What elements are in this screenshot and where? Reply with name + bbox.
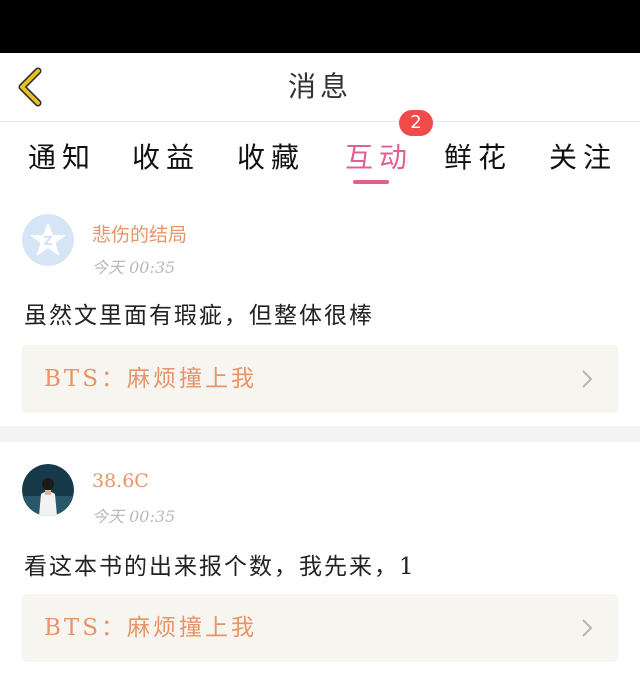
chevron-right-icon xyxy=(582,370,593,388)
tab-favorites[interactable]: 收藏 xyxy=(237,136,305,176)
section-divider xyxy=(0,426,640,442)
chevron-left-icon[interactable] xyxy=(14,67,46,107)
tab-bar: 通知 收益 收藏 互动 鲜花 关注 xyxy=(0,122,640,200)
unread-count-badge: 2 xyxy=(399,110,433,136)
avatar[interactable] xyxy=(22,464,74,516)
tab-following[interactable]: 关注 xyxy=(549,136,617,176)
tab-interactions[interactable]: 互动 xyxy=(345,136,413,176)
tab-notifications[interactable]: 通知 xyxy=(28,136,96,176)
svg-text:Z: Z xyxy=(44,234,53,248)
chevron-right-icon xyxy=(582,619,593,637)
tab-earnings[interactable]: 收益 xyxy=(132,136,200,176)
referenced-book-link[interactable]: BTS：麻烦撞上我 xyxy=(22,345,618,413)
comment-text: 虽然文里面有瑕疵，但整体很棒 xyxy=(24,303,374,329)
user-name[interactable]: 38.6C xyxy=(92,470,149,492)
page-title: 消息 xyxy=(287,70,352,103)
tab-flowers[interactable]: 鲜花 xyxy=(444,136,512,176)
referenced-book-title: BTS：麻烦撞上我 xyxy=(44,366,257,392)
avatar[interactable]: Z xyxy=(22,214,74,266)
timestamp: 今天 00:35 xyxy=(92,507,176,526)
comment-text: 看这本书的出来报个数，我先来，1 xyxy=(24,554,416,580)
user-photo-avatar-icon xyxy=(22,464,74,516)
timestamp: 今天 00:35 xyxy=(92,258,176,277)
user-name[interactable]: 悲伤的结局 xyxy=(92,220,187,247)
status-bar xyxy=(0,0,640,53)
active-tab-indicator xyxy=(353,180,389,184)
qq-default-avatar-icon: Z xyxy=(22,214,74,266)
referenced-book-title: BTS：麻烦撞上我 xyxy=(44,615,257,641)
referenced-book-link[interactable]: BTS：麻烦撞上我 xyxy=(22,594,618,662)
top-navigation-bar: 消息 xyxy=(0,53,640,122)
message-card: 38.6C 今天 00:35 看这本书的出来报个数，我先来，1 BTS：麻烦撞上… xyxy=(0,442,640,689)
message-card: Z 悲伤的结局 今天 00:35 虽然文里面有瑕疵，但整体很棒 BTS：麻烦撞上… xyxy=(0,200,640,426)
